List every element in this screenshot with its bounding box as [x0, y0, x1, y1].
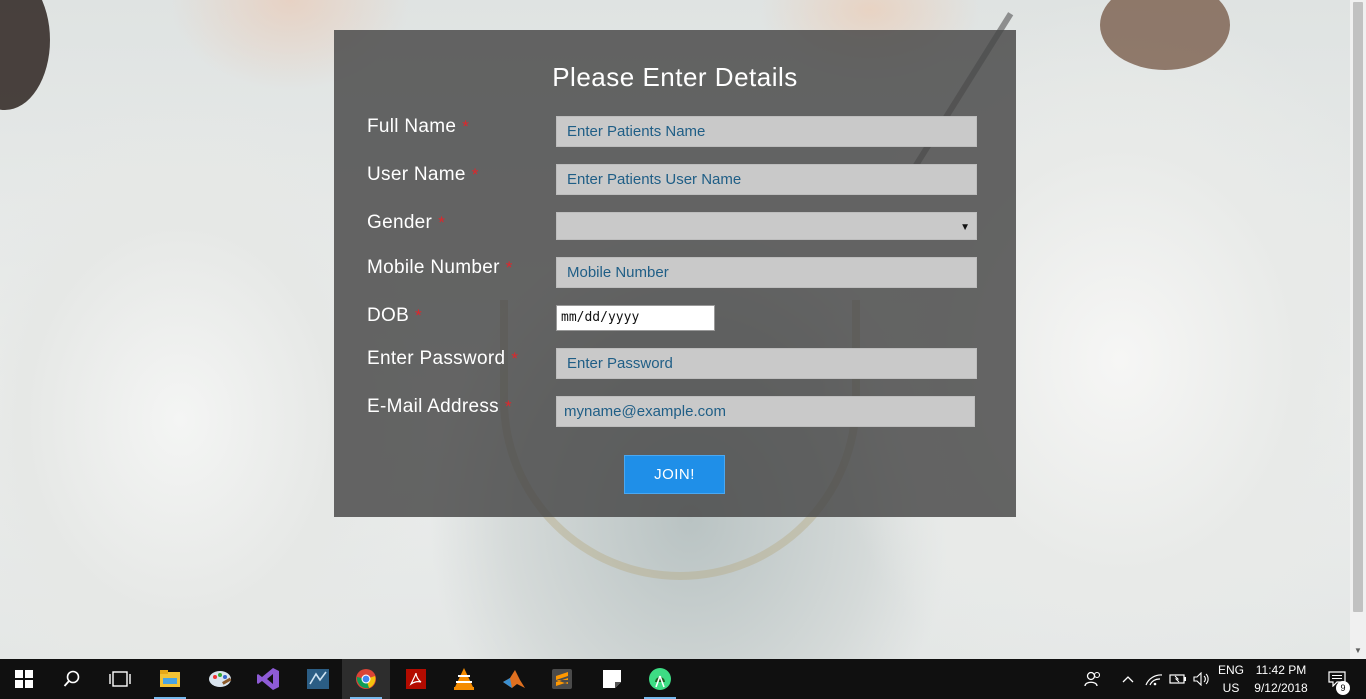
mobile-input[interactable]: Mobile Number — [556, 257, 977, 288]
task-view-icon — [109, 671, 131, 687]
full-name-label: Full Name * — [367, 116, 470, 137]
required-asterisk: * — [462, 117, 470, 136]
page-scrollbar[interactable]: ▲ ▼ — [1350, 0, 1366, 659]
background-figure-hair — [1100, 0, 1230, 70]
visual-studio-icon — [257, 668, 279, 690]
people-icon — [1084, 671, 1101, 687]
tray-wifi[interactable] — [1142, 659, 1166, 699]
taskbar-clock[interactable]: 11:42 PM 9/12/2018 — [1250, 661, 1312, 697]
background-figure-hair — [0, 0, 50, 110]
required-asterisk: * — [471, 165, 479, 184]
wifi-icon — [1145, 674, 1163, 686]
user-name-input[interactable]: Enter Patients User Name — [556, 164, 977, 195]
registration-form: Please Enter Details Full Name * Enter Pa… — [334, 30, 1016, 517]
taskbar-acrobat[interactable] — [392, 659, 440, 699]
taskbar-chrome[interactable] — [342, 659, 390, 699]
task-view-button[interactable] — [96, 659, 144, 699]
gender-select[interactable]: ▼ — [556, 212, 977, 240]
taskbar-sublime-text[interactable] — [538, 659, 586, 699]
paint-icon — [209, 671, 232, 687]
password-label: Enter Password * — [367, 348, 519, 369]
email-input[interactable]: myname@example.com — [556, 396, 975, 427]
scroll-down-arrow[interactable]: ▼ — [1350, 643, 1366, 659]
password-input[interactable]: Enter Password — [556, 348, 977, 379]
form-title: Please Enter Details — [552, 62, 798, 92]
sublime-text-icon — [552, 669, 572, 689]
search-icon — [63, 670, 80, 687]
taskbar-android-studio[interactable] — [636, 659, 684, 699]
sql-server-icon — [307, 669, 329, 689]
scroll-thumb[interactable] — [1353, 2, 1363, 612]
dob-date-input[interactable]: mm/dd/yyyy — [556, 305, 715, 331]
tray-battery[interactable] — [1166, 659, 1190, 699]
clock-date: 9/12/2018 — [1254, 681, 1308, 695]
battery-icon — [1169, 674, 1186, 684]
taskbar-sql-server[interactable] — [294, 659, 342, 699]
taskbar-matlab[interactable] — [490, 659, 538, 699]
clock-time: 11:42 PM — [1255, 663, 1307, 677]
taskbar-visual-studio[interactable] — [244, 659, 292, 699]
language-region: US — [1222, 681, 1240, 695]
tray-volume[interactable] — [1190, 659, 1214, 699]
user-name-label: User Name * — [367, 164, 479, 185]
required-asterisk: * — [438, 213, 446, 232]
dob-label: DOB * — [367, 305, 422, 326]
vlc-icon — [454, 668, 474, 690]
chrome-icon — [356, 669, 376, 689]
sticky-notes-icon — [603, 670, 621, 688]
full-name-input[interactable]: Enter Patients Name — [556, 116, 977, 147]
language-indicator[interactable]: ENG US — [1216, 661, 1246, 697]
start-button[interactable] — [0, 659, 48, 699]
required-asterisk: * — [415, 306, 422, 325]
start-icon — [15, 670, 33, 688]
windows-taskbar: ENG US 11:42 PM 9/12/2018 9 — [0, 659, 1366, 699]
gender-label: Gender * — [367, 212, 446, 233]
join-button[interactable]: JOIN! — [624, 455, 725, 494]
volume-icon — [1193, 672, 1209, 686]
matlab-icon — [503, 670, 525, 688]
acrobat-icon — [406, 669, 426, 689]
taskbar-vlc[interactable] — [440, 659, 488, 699]
language-code: ENG — [1217, 663, 1244, 677]
taskbar-sticky-notes[interactable] — [588, 659, 636, 699]
search-button[interactable] — [48, 659, 96, 699]
file-explorer-icon — [160, 670, 180, 687]
taskbar-file-explorer[interactable] — [146, 659, 194, 699]
android-studio-icon — [649, 668, 671, 690]
taskbar-paint[interactable] — [196, 659, 244, 699]
notification-count-badge: 9 — [1336, 681, 1350, 695]
email-label: E-Mail Address * — [367, 396, 512, 417]
chevron-down-icon: ▼ — [960, 222, 970, 233]
required-asterisk: * — [504, 397, 512, 416]
mobile-label: Mobile Number * — [367, 257, 513, 278]
tray-people[interactable] — [1080, 659, 1106, 699]
tray-show-hidden[interactable] — [1118, 659, 1138, 699]
chevron-up-icon — [1122, 676, 1134, 683]
required-asterisk: * — [505, 258, 513, 277]
required-asterisk: * — [511, 349, 519, 368]
